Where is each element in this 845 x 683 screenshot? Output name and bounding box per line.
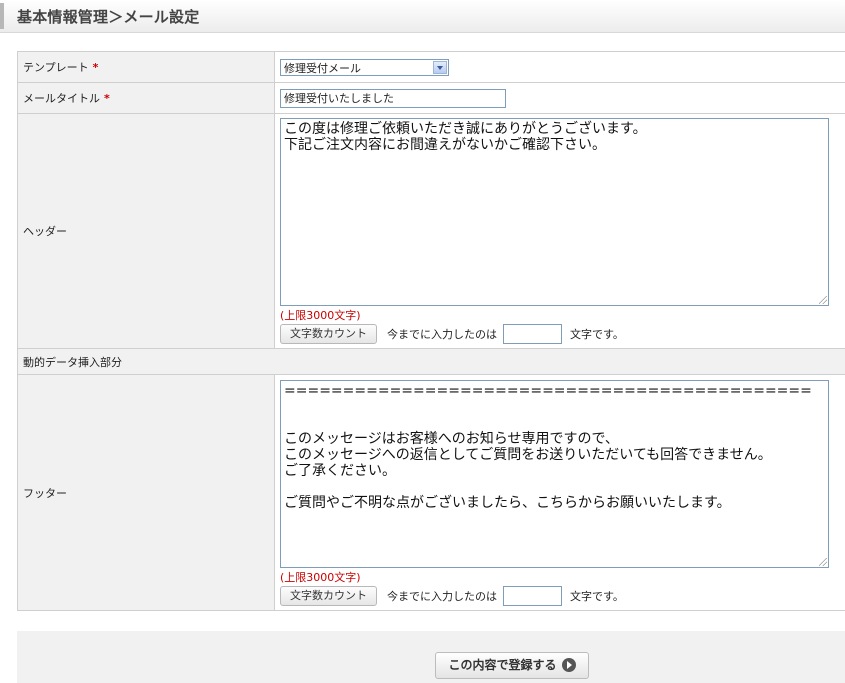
page-title: 基本情報管理＞メール設定 <box>17 8 200 26</box>
footer-count-row: 文字数カウント 今までに入力したのは 文字です。 <box>280 585 845 606</box>
template-select[interactable]: 修理受付メール <box>280 58 449 76</box>
required-mark: * <box>92 61 99 74</box>
header-count-suffix: 文字です。 <box>570 328 624 341</box>
header-label-cell: ヘッダー <box>17 113 275 349</box>
template-select-value: 修理受付メール <box>284 61 361 75</box>
header-count-prefix: 今までに入力したのは <box>387 328 497 341</box>
resize-grip-icon[interactable] <box>819 296 827 304</box>
footer-text: ========================================… <box>284 382 812 511</box>
header-field-cell: この度は修理ご依頼いただき誠にありがとうございます。 下記ご注文内容にお間違えが… <box>274 113 845 349</box>
footer-limit-note: (上限3000文字) <box>280 570 361 584</box>
required-mark: * <box>104 92 110 105</box>
chevron-down-icon[interactable] <box>433 60 447 74</box>
header-accent-bar <box>0 3 4 29</box>
template-label: テンプレート <box>23 61 89 74</box>
header-label: ヘッダー <box>23 225 67 238</box>
footer-field-cell: ========================================… <box>274 374 845 611</box>
resize-grip-icon[interactable] <box>819 557 827 566</box>
template-label-cell: テンプレート * <box>17 51 275 83</box>
mail-title-label: メールタイトル <box>23 92 100 105</box>
mail-title-field-cell: 修理受付いたしました <box>274 82 845 114</box>
arrow-right-circle-icon <box>561 657 576 672</box>
dynamic-section-label: 動的データ挿入部分 <box>23 355 122 369</box>
submit-label: この内容で登録する <box>448 658 557 672</box>
header-count-button[interactable]: 文字数カウント <box>280 324 377 344</box>
header-text: この度は修理ご依頼いただき誠にありがとうございます。 下記ご注文内容にお間違えが… <box>284 121 647 153</box>
footer-count-field[interactable] <box>503 585 562 606</box>
footer-label: フッター <box>23 486 67 500</box>
submit-button[interactable]: この内容で登録する <box>435 652 589 679</box>
header-textarea[interactable]: この度は修理ご依頼いただき誠にありがとうございます。 下記ご注文内容にお間違えが… <box>280 118 829 306</box>
mail-title-input[interactable]: 修理受付いたしました <box>280 88 506 108</box>
mail-settings-form: テンプレート * 修理受付メール メールタイトル * 修理受付いたしました ヘッダー… <box>17 51 845 611</box>
action-bar: この内容で登録する <box>17 631 845 683</box>
footer-count-suffix: 文字です。 <box>570 589 624 603</box>
header-count-row: 文字数カウント 今までに入力したのは 文字です。 <box>280 324 845 344</box>
dynamic-section-row: 動的データ挿入部分 <box>17 348 845 375</box>
footer-label-cell: フッター <box>17 374 275 611</box>
header-count-field[interactable] <box>503 324 562 344</box>
template-field-cell: 修理受付メール <box>274 51 845 83</box>
header-limit-note: (上限3000文字) <box>280 309 361 322</box>
footer-count-button[interactable]: 文字数カウント <box>280 585 377 606</box>
mail-title-label-cell: メールタイトル * <box>17 82 275 114</box>
footer-count-prefix: 今までに入力したのは <box>387 589 497 603</box>
footer-textarea[interactable]: ========================================… <box>280 379 829 568</box>
page-header: 基本情報管理＞メール設定 <box>0 0 845 33</box>
